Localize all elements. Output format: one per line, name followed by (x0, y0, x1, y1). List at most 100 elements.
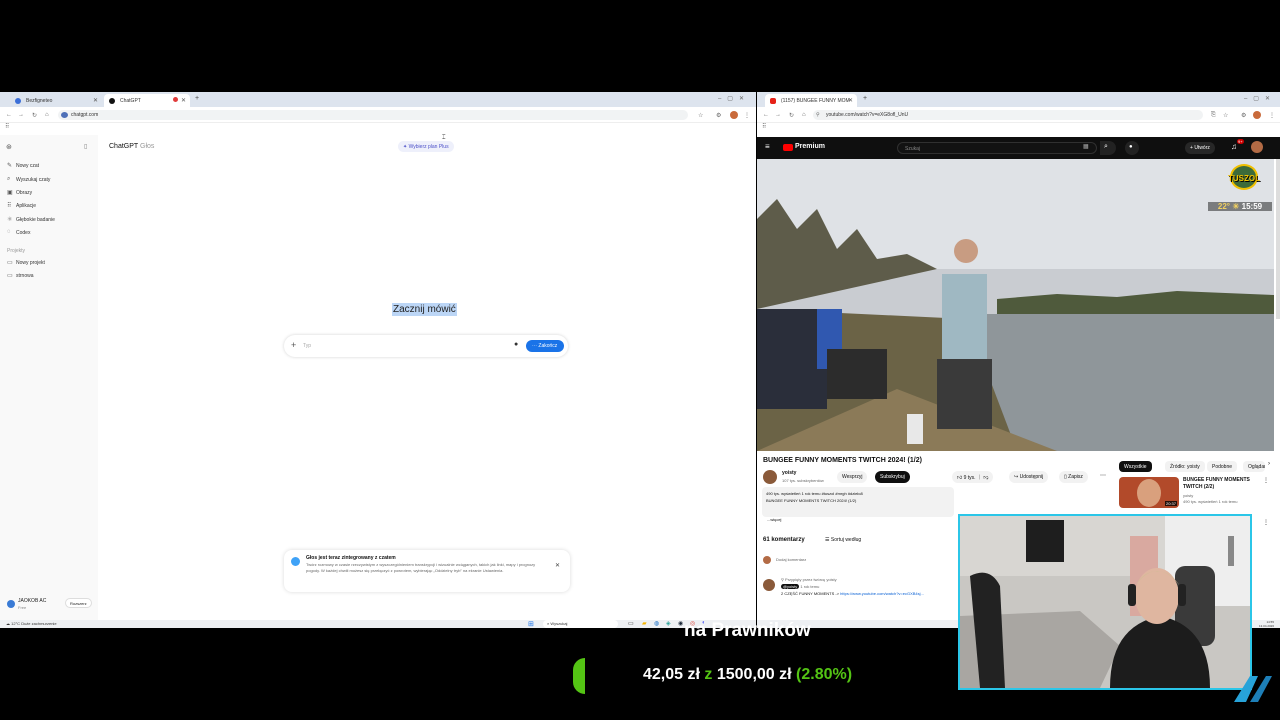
show-more-link[interactable]: ...więcej (767, 517, 781, 522)
add-comment-input[interactable]: Dodaj komentarz (776, 557, 806, 562)
comment-author[interactable]: @yoisty (781, 584, 800, 589)
sidebar-item-codex[interactable]: ◌ Codex (7, 229, 30, 236)
sidebar-item-images[interactable]: ▣ Obrazy (7, 190, 32, 196)
browser-menu-icon[interactable]: ⋮ (744, 112, 750, 119)
close-icon[interactable]: ✕ (555, 562, 560, 569)
microphone-icon[interactable]: ● (514, 341, 518, 348)
keyboard-icon[interactable]: ▦ (1083, 143, 1089, 150)
notifications-bell-icon[interactable]: ♫ (1231, 142, 1237, 151)
url-field[interactable]: ⚲ youtube.com/watch?v=eXG8ofl_UnU (813, 110, 1203, 120)
weather-widget[interactable]: ☁ 12°C Duże zachmurzenie (6, 621, 57, 626)
voice-search-button[interactable]: ● (1125, 141, 1139, 155)
bookmark-star-icon[interactable]: ☆ (1223, 112, 1228, 119)
home-icon[interactable]: ⌂ (45, 112, 49, 118)
taskbar-search[interactable]: ⌕ Wyszukaj (543, 620, 618, 628)
end-voice-button[interactable]: ⋯ Zakończ (526, 340, 564, 352)
more-options-icon[interactable]: ⋮ (1263, 477, 1269, 484)
back-icon[interactable]: ← (6, 112, 12, 118)
openai-logo-icon[interactable]: ⊛ (6, 143, 12, 151)
description-box[interactable]: 490 tys. wyświetleń 1 rok temu #tuszol #… (762, 487, 954, 517)
sort-comments-button[interactable]: ☰ Sortuj według (825, 537, 861, 543)
upgrade-button[interactable]: Rozszerz (65, 598, 92, 608)
chip-watched[interactable]: Oglądane (1243, 461, 1265, 472)
reload-icon[interactable]: ↻ (789, 112, 794, 119)
support-button[interactable]: Wesprzyj (837, 471, 868, 483)
code-icon: ◌ (7, 229, 11, 235)
close-tab-icon[interactable]: ✕ (181, 97, 186, 104)
prompt-input[interactable]: Typ (303, 343, 311, 349)
steam-icon[interactable]: ◉ (678, 620, 683, 627)
store-icon[interactable]: ◈ (666, 620, 671, 627)
profile-avatar-icon[interactable] (730, 111, 738, 119)
profile-avatar-icon[interactable] (1253, 111, 1261, 119)
task-view-icon[interactable]: ▭ (628, 620, 634, 627)
chip-similar[interactable]: Podobne (1207, 461, 1238, 472)
edge-icon[interactable]: ◍ (654, 620, 659, 627)
bookmark-star-icon[interactable]: ☆ (698, 112, 703, 119)
forward-icon[interactable]: → (775, 112, 781, 118)
subscribe-button[interactable]: Subskrybuj (875, 471, 910, 483)
chevron-right-icon[interactable]: › (1268, 461, 1270, 467)
sidebar-item-deep-research[interactable]: ⚛ Głębokie badanie (7, 217, 55, 223)
add-attachment-icon[interactable]: + (291, 340, 296, 350)
back-icon[interactable]: ← (763, 112, 769, 118)
sidebar-item-search-chats[interactable]: ⌕ Wyszukaj czaty (7, 176, 50, 183)
tab-youtube[interactable]: (1157) BUNGEE FUNNY MOM ✕ (765, 94, 857, 107)
tab-chatgpt[interactable]: ChatGPT ✕ (104, 94, 190, 107)
close-tab-icon[interactable]: ✕ (848, 97, 853, 104)
video-player[interactable]: TUSZOL 22° ☀ 15:59 (757, 159, 1274, 451)
window-controls[interactable]: –▢✕ (1244, 95, 1276, 102)
file-explorer-icon[interactable]: ▰ (642, 620, 647, 627)
goal-percent: (2.80%) (796, 666, 853, 683)
site-info-icon[interactable] (61, 112, 68, 118)
goal-text: 42,05 zł z 1500,00 zł (2.80%) (643, 666, 852, 684)
sidebar-item-new-chat[interactable]: ✎ Nowy czat (7, 163, 39, 169)
image-icon: ▣ (7, 190, 13, 196)
reload-icon[interactable]: ↻ (32, 112, 37, 119)
comment-link[interactable]: https://www.youtube.com/watch?v=ecGXB4sj… (840, 591, 924, 596)
sidebar-item-apps[interactable]: ⠿ Aplikacje (7, 203, 36, 209)
channel-avatar[interactable] (763, 470, 777, 484)
window-controls[interactable]: –▢✕ (718, 95, 750, 102)
new-tab-icon[interactable]: + (863, 95, 867, 102)
forward-icon[interactable]: → (18, 112, 24, 118)
collapse-sidebar-icon[interactable]: ▯ (84, 143, 87, 150)
tab-bezfigneteo[interactable]: Bezfigneteo ✕ (10, 94, 102, 107)
site-info-icon[interactable]: ⚲ (816, 112, 820, 118)
apps-icon[interactable]: ⠿ (757, 123, 1280, 133)
share-button[interactable]: ↪ Udostępnij (1009, 471, 1049, 483)
search-input[interactable]: Szukaj (897, 142, 1097, 154)
user-profile[interactable]: JAOKOB AC Free Rozszerz (5, 596, 95, 612)
create-button[interactable]: + Utwórz (1185, 142, 1215, 154)
save-button[interactable]: ▯ Zapisz (1059, 471, 1088, 483)
url-field[interactable]: chatgpt.com (58, 110, 688, 120)
page-scrollbar[interactable] (1276, 159, 1280, 319)
sidebar-item-new-project[interactable]: ▭ Nowy projekt (7, 260, 45, 266)
close-tab-icon[interactable]: ✕ (93, 97, 98, 104)
extensions-icon[interactable]: ⚙ (716, 112, 721, 119)
sidebar-item-label: Aplikacje (16, 203, 37, 209)
account-avatar[interactable] (1251, 141, 1263, 153)
chip-from-source[interactable]: Źródło: yoisty (1165, 461, 1205, 472)
hamburger-menu-icon[interactable]: ≡ (765, 142, 770, 151)
windows-start-icon[interactable]: ⊞ (528, 620, 534, 628)
tab-strip: Bezfigneteo ✕ ChatGPT ✕ + –▢✕ (0, 92, 756, 107)
new-tab-icon[interactable]: + (195, 95, 199, 102)
search-button[interactable]: ⌕ (1100, 141, 1116, 155)
install-app-icon[interactable]: ⎘ (1211, 112, 1216, 119)
more-options-icon[interactable]: ⋮ (1263, 519, 1269, 526)
chip-all[interactable]: Wszystkie (1119, 461, 1152, 472)
apps-icon[interactable]: ⠿ (0, 123, 756, 133)
comment-avatar[interactable] (763, 579, 775, 591)
home-icon[interactable]: ⌂ (802, 112, 806, 118)
model-selector[interactable]: ChatGPT Głos (109, 143, 154, 150)
sidebar-item-project-strnowa[interactable]: ▭ strnowa (7, 273, 34, 279)
related-video[interactable]: 20:37 BUNGEE FUNNY MOMENTS TWITCH (2/2) … (1119, 477, 1269, 509)
taskbar-clock[interactable]: 14:55 13.04.2026 (1259, 620, 1274, 628)
extensions-icon[interactable]: ⚙ (1241, 112, 1246, 119)
more-actions-icon[interactable]: ⋯ (1100, 472, 1106, 479)
upgrade-plus-button[interactable]: ✦ Wybierz plan Plus (398, 141, 454, 152)
like-button[interactable]: 👍︎ 9 tys. ｜ 👎︎ (952, 471, 994, 483)
channel-name[interactable]: yoisty (782, 470, 796, 476)
browser-menu-icon[interactable]: ⋮ (1269, 112, 1275, 119)
